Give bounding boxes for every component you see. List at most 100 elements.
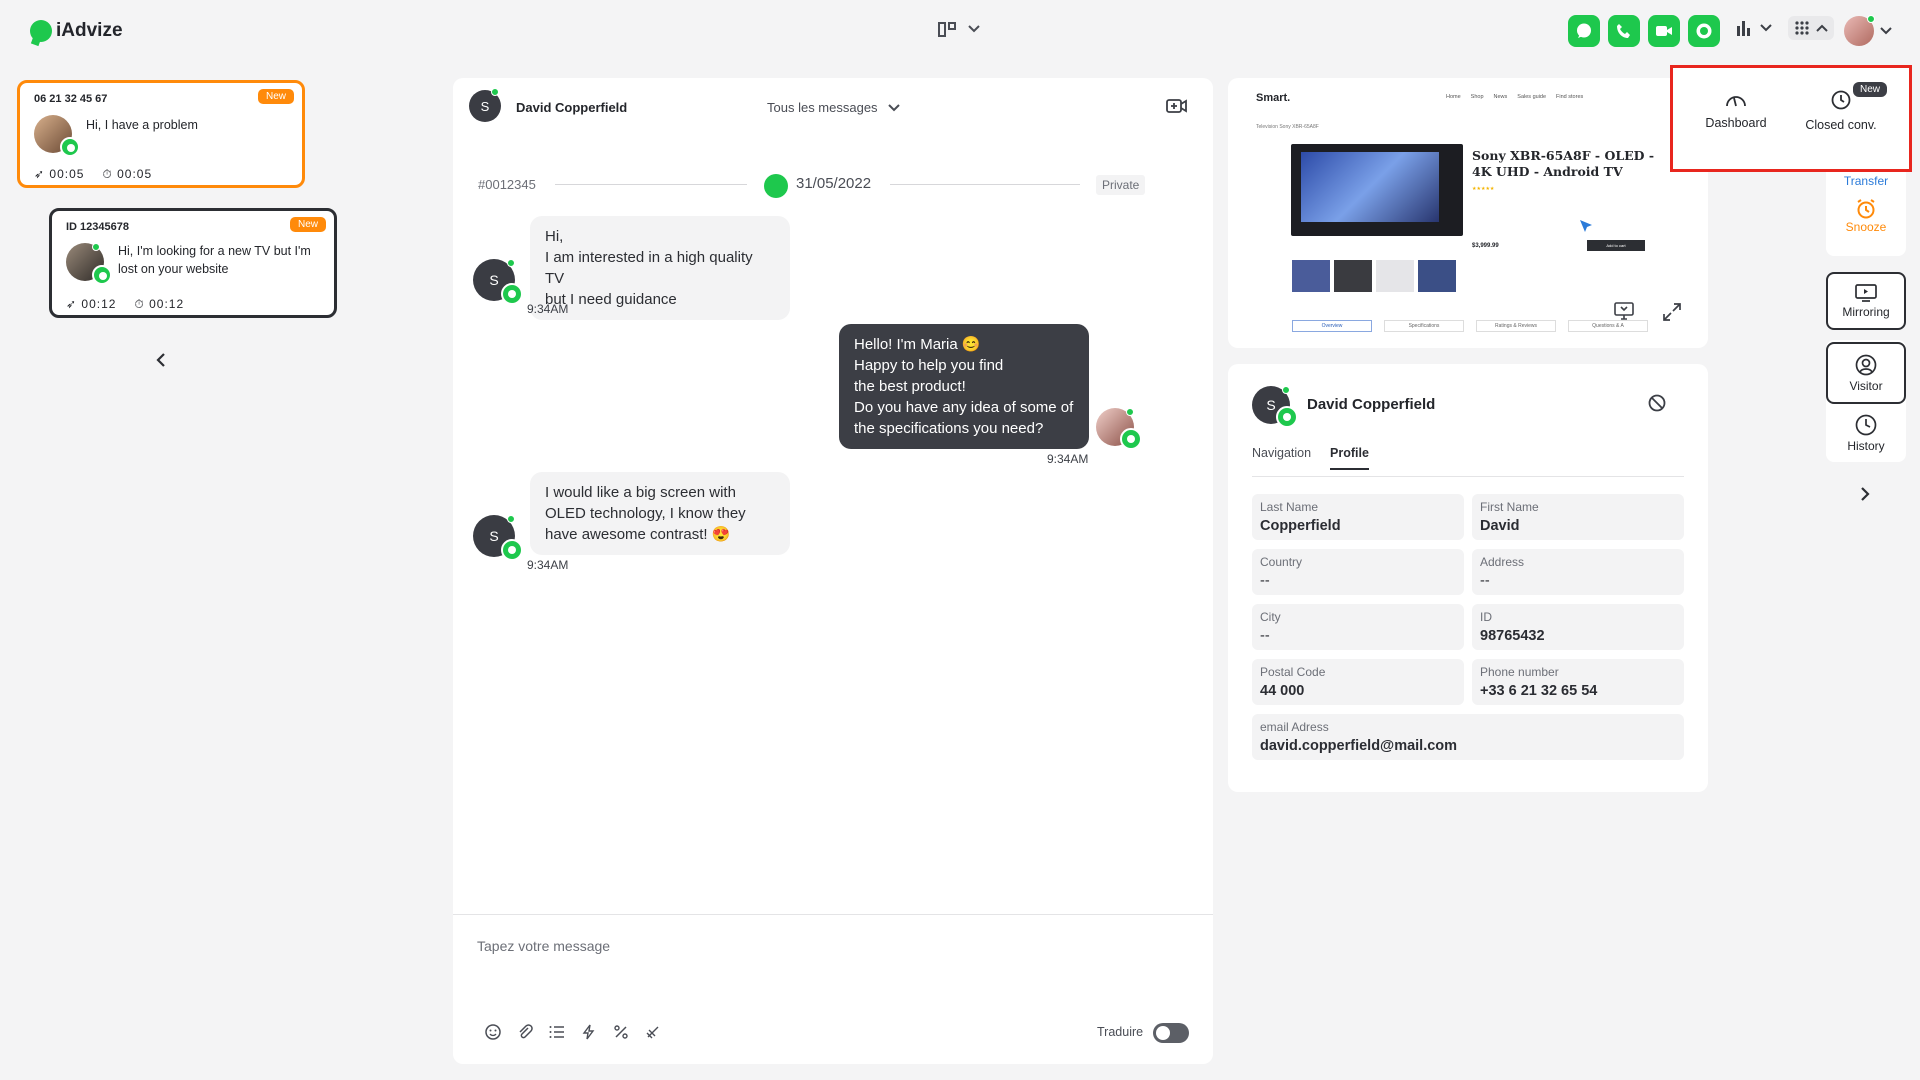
history-label: History [1847,439,1885,453]
message-time: 9:34AM [1047,452,1089,466]
tab-navigation[interactable]: Navigation [1252,446,1311,460]
visitor-button[interactable]: Visitor [1826,342,1906,404]
profile-name: David Copperfield [1307,396,1436,413]
site-nav: Home Shop News Sales guide Find stores [1446,94,1584,100]
user-circle-icon [1855,354,1877,375]
dashboard-gauge-icon [1726,96,1746,107]
phone-field: Phone number +33 6 21 32 65 54 [1472,659,1684,705]
chevron-up-icon [1816,24,1828,32]
new-badge: New [1853,82,1888,97]
chat-visitor-avatar: S [469,88,501,122]
video-channel-button[interactable] [1648,15,1680,47]
expand-button[interactable] [1662,302,1682,327]
block-visitor-button[interactable] [1648,394,1666,417]
message-filter-dropdown[interactable]: Tous les messages [767,100,900,115]
chevron-down-icon [1760,24,1772,32]
conversation-date: 31/05/2022 [796,175,872,192]
visitor-profile-panel: S David Copperfield Navigation Profile L… [1228,364,1708,792]
visitor-avatar: S [473,515,523,561]
phone-icon [1617,24,1630,38]
profile-avatar: S [1252,386,1298,428]
history-button[interactable]: History [1826,414,1906,453]
wait-timer: ➶ 00:12 [66,297,117,311]
translate-toggle[interactable] [1153,1023,1189,1043]
mirroring-label: Mirroring [1842,304,1890,319]
conversation-card[interactable]: 06 21 32 45 67 New Hi, I have a problem … [17,80,305,188]
video-add-icon [1166,99,1187,113]
snooze-button[interactable]: Snooze [1826,198,1906,234]
sidebar-actions: Transfer Snooze [1826,160,1906,256]
percent-icon[interactable] [613,1024,629,1040]
email-field: email Adress david.copperfield@mail.com [1252,714,1684,760]
collapse-list-button[interactable] [155,352,167,373]
snooze-label: Snooze [1845,220,1887,234]
alarm-clock-icon [1857,199,1875,219]
block-icon [1648,394,1666,412]
visitor-avatar [34,115,80,157]
online-status-dot [1867,15,1875,23]
tab-profile[interactable]: Profile [1330,446,1369,470]
video-call-button[interactable] [1166,98,1188,119]
conversation-id: ID 12345678 [66,221,129,233]
product-tabs: Overview Specifications Ratings & Review… [1292,320,1648,332]
divider [555,184,747,185]
dashboard-menu-item[interactable]: Dashboard [1699,90,1773,130]
duration-timer: ⏱ 00:12 [134,297,185,311]
first-name-field: First Name David [1472,494,1684,540]
bar-chart-icon [1737,21,1750,36]
duration-timer: ⏱ 00:05 [102,167,153,181]
brand-logo[interactable]: iAdvize [30,20,123,42]
chat-channel-button[interactable] [1568,15,1600,47]
product-price: $3,999.99 [1472,243,1499,249]
screen-share-button[interactable] [1614,302,1634,325]
bolt-icon[interactable] [581,1024,597,1040]
message-time: 9:34AM [527,558,569,572]
agent-message: Hello! I'm Maria 😊 Happy to help you find… [839,324,1089,449]
transfer-button[interactable]: Transfer [1826,174,1906,188]
layout-icon [938,22,956,37]
visibility-tag: Private [1096,175,1146,195]
messaging-icon [1696,23,1712,39]
chevron-left-icon [156,353,165,367]
video-icon [1656,26,1672,36]
brand-name: iAdvize [56,20,123,41]
stats-menu[interactable] [1736,20,1772,36]
no-ai-icon[interactable] [645,1024,661,1040]
phone-channel-button[interactable] [1608,15,1640,47]
agent-avatar [1844,15,1875,46]
wait-timer: ➶ 00:05 [34,167,85,181]
visitor-label: Visitor [1849,378,1883,393]
postal-code-field: Postal Code 44 000 [1252,659,1464,705]
product-title: Sony XBR-65A8F - OLED - 4K UHD - Android… [1472,148,1655,179]
monitor-icon [1614,302,1634,320]
product-image [1291,144,1463,236]
message-input[interactable]: Tapez votre message [477,938,1177,954]
visitor-message: I would like a big screen with OLED techn… [530,472,790,555]
layout-switcher[interactable] [938,20,980,38]
emoji-icon[interactable] [485,1024,501,1040]
conversation-preview: Hi, I'm looking for a new TV but I'm los… [118,244,311,276]
divider [890,184,1080,185]
attachment-icon[interactable] [517,1024,533,1040]
composer-toolbar [485,1024,661,1040]
chat-icon [1577,23,1591,38]
conversation-preview: Hi, I have a problem [86,118,198,132]
clock-icon [1831,90,1851,110]
expand-sidebar-button[interactable] [1859,486,1871,507]
mirroring-button[interactable]: Mirroring [1826,272,1906,330]
conversation-number: #0012345 [478,177,536,192]
new-badge: New [257,89,294,104]
user-menu[interactable] [1844,15,1892,46]
messaging-channel-button[interactable] [1688,15,1720,47]
chat-visitor-name: David Copperfield [516,100,628,115]
chevron-right-icon [1861,487,1870,501]
visitor-avatar: S [473,259,523,305]
mirroring-icon [1855,283,1877,302]
chat-panel: S David Copperfield Tous les messages #0… [453,78,1213,1064]
apps-menu-button[interactable] [1788,16,1834,40]
cobrowsing-preview[interactable]: Smart. Home Shop News Sales guide Find store… [1228,78,1708,348]
id-field: ID 98765432 [1472,604,1684,650]
list-icon[interactable] [549,1024,565,1040]
conversation-card[interactable]: ID 12345678 New Hi, I'm looking for a ne… [49,208,337,318]
visitor-avatar [66,243,112,285]
